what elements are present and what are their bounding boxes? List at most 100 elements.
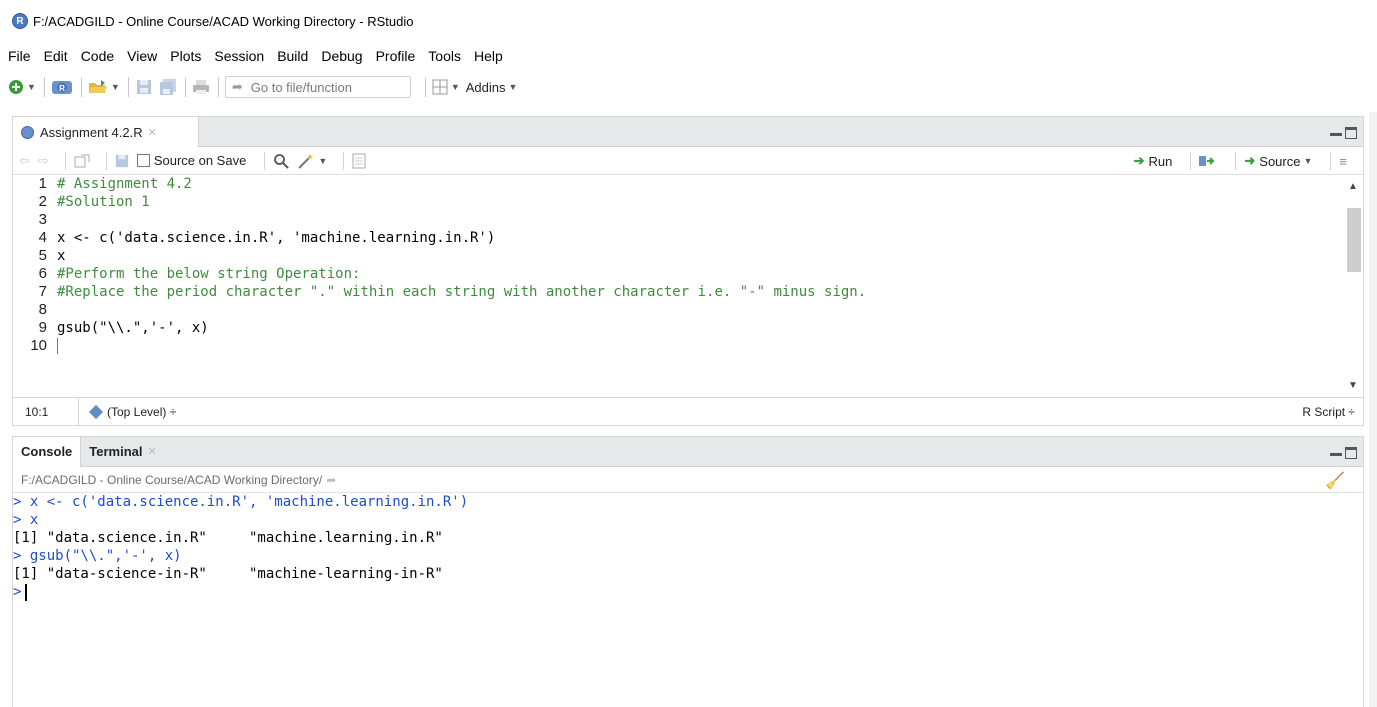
source-editor-pane: Assignment 4.2.R ✕ ⇦ ⇨ Source on Save ▼ <box>12 116 1364 426</box>
save-all-button[interactable] <box>159 76 177 98</box>
close-icon[interactable]: ✕ <box>148 126 157 139</box>
editor-save-button[interactable] <box>115 154 129 168</box>
code-tools-button[interactable]: ▼ <box>297 153 327 169</box>
source-on-save-checkbox[interactable]: Source on Save <box>136 153 246 168</box>
back-arrow-icon: ⇦ <box>19 152 30 168</box>
console-line: > x <- c('data.science.in.R', 'machine.l… <box>13 494 469 510</box>
forward-arrow-icon: ⇨ <box>37 152 49 168</box>
toolbar-divider <box>1235 152 1237 170</box>
file-type-selector[interactable]: R Script ÷ <box>1302 405 1355 419</box>
save-icon <box>115 154 128 167</box>
code-editor[interactable]: 1 # Assignment 4.2 2 #Solution 1 3 4 x <- c… <box>13 175 1343 397</box>
pane-window-controls <box>1330 127 1357 139</box>
maximize-icon[interactable] <box>1345 127 1357 139</box>
console-pane: Console Terminal ✕ F:/ACADGILD - Online … <box>12 436 1364 707</box>
menu-code[interactable]: Code <box>81 48 114 64</box>
code-line: 4 x <- c('data.science.in.R', 'machine.le… <box>13 229 1343 247</box>
editor-scrollbar[interactable]: ▲ ▼ <box>1343 175 1363 397</box>
goto-file-input[interactable]: ➦ Go to file/function <box>224 76 411 98</box>
new-file-icon <box>9 80 23 94</box>
menu-profile[interactable]: Profile <box>376 48 416 64</box>
open-file-button[interactable]: ▼ <box>88 76 120 98</box>
chevron-down-icon: ▼ <box>27 82 36 92</box>
toolbar-divider <box>127 77 129 97</box>
back-button[interactable]: ⇦ <box>19 153 30 169</box>
menu-session[interactable]: Session <box>214 48 264 64</box>
source-arrow-icon: ➜ <box>1244 153 1256 168</box>
line-number: 2 <box>38 193 47 210</box>
toolbar-divider <box>424 77 426 97</box>
code-line: 9 gsub("\\.",'-', x) <box>13 319 1343 337</box>
console-prompt[interactable]: > <box>13 583 1363 601</box>
tab-terminal[interactable]: Terminal ✕ <box>81 437 164 467</box>
scrollbar-thumb[interactable] <box>1347 208 1361 272</box>
tab-assignment-file[interactable]: Assignment 4.2.R ✕ <box>13 117 199 147</box>
minimize-icon[interactable] <box>1330 450 1342 456</box>
clear-console-icon[interactable]: 🧹 <box>1325 471 1345 491</box>
toolbar-divider <box>343 151 345 170</box>
outline-icon: ≡ <box>1339 153 1347 169</box>
title-bar: R F:/ACADGILD - Online Course/ACAD Worki… <box>0 0 1377 42</box>
folder-open-icon <box>88 80 107 93</box>
scope-selector[interactable]: (Top Level) ÷ <box>79 404 176 419</box>
console-output[interactable]: > x <- c('data.science.in.R', 'machine.l… <box>13 493 1363 601</box>
save-icon <box>136 80 151 94</box>
save-button[interactable] <box>135 76 153 98</box>
go-to-directory-icon[interactable]: ➦ <box>326 473 336 487</box>
code-text: x <- c('data.science.in.R', 'machine.lea… <box>57 230 496 246</box>
menu-file[interactable]: File <box>8 48 31 64</box>
menu-build[interactable]: Build <box>277 48 308 64</box>
menu-plots[interactable]: Plots <box>170 48 201 64</box>
workspace-panes-button[interactable]: ▼ <box>432 76 460 98</box>
source-button[interactable]: ➜ Source ▼ <box>1244 153 1312 169</box>
cursor-position: 10:1 <box>13 397 79 426</box>
find-button[interactable] <box>273 153 290 169</box>
scroll-up-icon[interactable]: ▲ <box>1348 181 1358 192</box>
line-number: 4 <box>38 229 47 246</box>
addins-label: Addins <box>465 79 506 95</box>
run-arrow-icon: ➔ <box>1133 153 1145 168</box>
r-file-icon <box>21 125 34 139</box>
print-button[interactable] <box>192 76 210 98</box>
new-project-button[interactable]: R <box>51 76 73 98</box>
editor-tab-bar: Assignment 4.2.R ✕ <box>13 117 1363 147</box>
forward-button[interactable]: ⇨ <box>38 153 49 169</box>
checkbox-box[interactable] <box>136 154 150 167</box>
minimize-icon[interactable] <box>1330 130 1342 136</box>
menu-tools[interactable]: Tools <box>428 48 461 64</box>
toolbar-divider <box>217 77 219 97</box>
svg-text:R: R <box>59 84 65 93</box>
source-label: Source <box>1259 153 1301 169</box>
search-icon <box>274 153 290 169</box>
close-icon[interactable]: ✕ <box>148 445 157 458</box>
show-in-window-button[interactable] <box>74 154 90 168</box>
document-outline-button[interactable]: ≡ <box>1339 154 1347 169</box>
editor-status-bar: 10:1 (Top Level) ÷ R Script ÷ <box>13 397 1363 426</box>
line-number: 9 <box>38 319 47 336</box>
popout-icon <box>74 154 90 167</box>
editor-toolbar-right: ➔ Run ➜ Source ▼ ≡ <box>1134 147 1355 175</box>
toolbar-divider <box>80 77 82 97</box>
new-file-button[interactable]: ▼ <box>8 76 36 98</box>
maximize-icon[interactable] <box>1345 447 1357 459</box>
code-line: 5x <box>13 247 1343 265</box>
console-line: [1] "data-science-in-R" "machine-learnin… <box>13 566 443 582</box>
menu-view[interactable]: View <box>127 48 157 64</box>
working-directory-bar: F:/ACADGILD - Online Course/ACAD Working… <box>13 467 1363 493</box>
text-cursor <box>57 338 58 354</box>
toolbar-divider <box>64 151 66 170</box>
scroll-down-icon[interactable]: ▼ <box>1348 380 1358 391</box>
code-line: 3 <box>13 211 1343 229</box>
compile-report-button[interactable] <box>352 153 366 169</box>
text-cursor <box>25 583 28 601</box>
rerun-button[interactable] <box>1199 154 1217 168</box>
addins-button[interactable]: Addins ▼ <box>466 76 518 98</box>
menu-debug[interactable]: Debug <box>321 48 362 64</box>
run-button[interactable]: ➔ Run <box>1134 153 1173 169</box>
menu-help[interactable]: Help <box>474 48 503 64</box>
code-text: gsub("\\.",'-', x) <box>57 320 209 336</box>
tab-console[interactable]: Console <box>13 436 82 467</box>
document-icon <box>352 153 366 168</box>
menu-edit[interactable]: Edit <box>44 48 68 64</box>
magic-wand-icon <box>298 153 314 169</box>
